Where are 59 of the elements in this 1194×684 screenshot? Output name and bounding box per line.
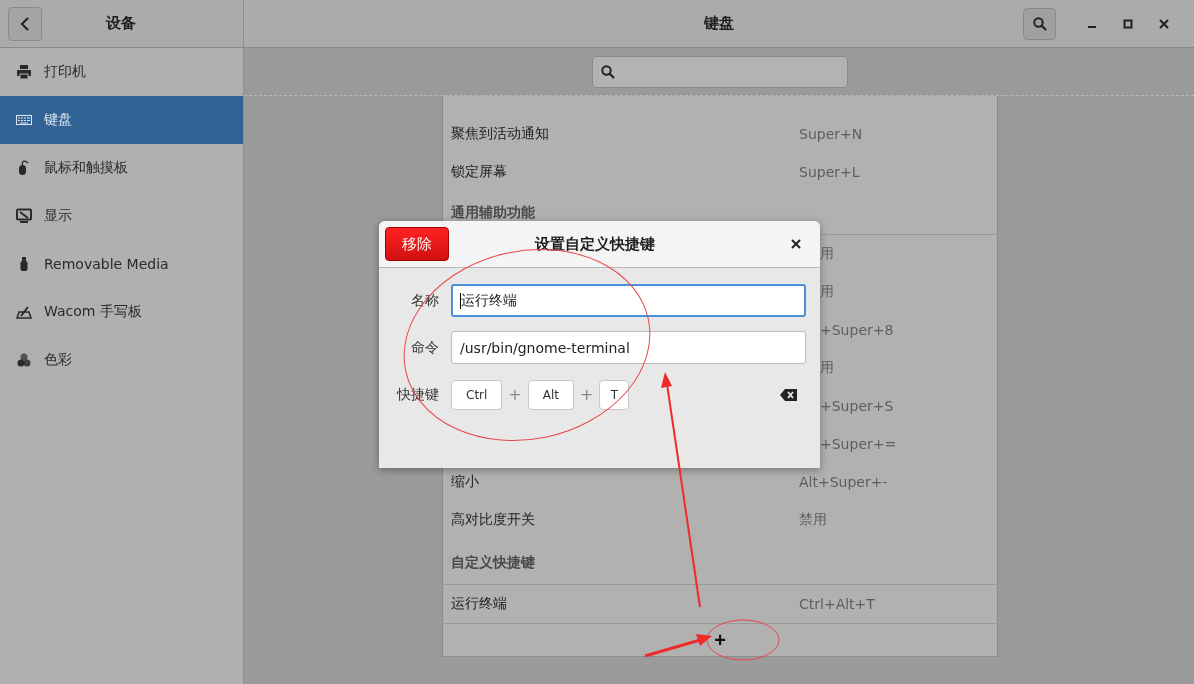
shortcut-row[interactable]: 锁定屏幕 Super+L — [443, 153, 997, 191]
sidebar-title: 设备 — [106, 14, 136, 33]
plus-sign: + — [508, 385, 522, 404]
shortcut-keys: 用 — [820, 359, 834, 377]
color-icon — [16, 352, 32, 368]
shortcut-keys: Super+N — [799, 126, 863, 142]
add-shortcut-button[interactable]: + — [710, 630, 730, 650]
shortcut-row[interactable]: 高对比度开关 禁用 — [443, 501, 997, 539]
printer-icon — [16, 64, 32, 80]
back-button[interactable] — [8, 6, 42, 41]
search-icon — [1032, 16, 1047, 31]
shortcut-name: 缩小 — [451, 473, 480, 491]
search-field[interactable] — [592, 55, 848, 88]
sidebar-item[interactable]: 显示 — [0, 192, 243, 240]
shortcut-keys: +Super+= — [820, 436, 897, 452]
key-cap: Ctrl — [451, 379, 503, 410]
text-field[interactable]: /usr/bin/gnome-terminal — [451, 331, 806, 364]
shortcut-keys: 用 — [820, 283, 834, 301]
field-label: 名称 — [410, 291, 439, 310]
shortcut-keys: 用 — [820, 245, 834, 263]
close-icon[interactable] — [791, 239, 801, 249]
section-heading: 通用辅助功能 — [451, 204, 535, 222]
shortcut-row[interactable]: 运行终端 Ctrl+Alt+T — [443, 585, 997, 623]
sidebar-item[interactable]: 鼠标和触摸板 — [0, 144, 243, 192]
shortcut-name: 运行终端 — [451, 595, 508, 613]
search-button[interactable] — [1023, 7, 1056, 40]
close-icon[interactable] — [1158, 17, 1170, 30]
shortcut-name: 锁定屏幕 — [451, 163, 508, 181]
search-icon — [601, 64, 615, 79]
sidebar-item[interactable]: 键盘 — [0, 96, 243, 144]
sidebar-item[interactable]: 打印机 — [0, 48, 243, 96]
shortcut-keys: Ctrl+Alt+T — [799, 596, 875, 612]
field-label: 命令 — [410, 338, 439, 357]
dialog-title: 设置自定义快捷键 — [535, 234, 655, 254]
shortcut-keys: Alt+Super+- — [799, 474, 888, 490]
shortcut-name: 聚焦到活动通知 — [451, 125, 550, 143]
sidebar-item[interactable]: Wacom 手写板 — [0, 288, 243, 336]
window-title: 键盘 — [704, 14, 734, 33]
plus-sign: + — [580, 385, 594, 404]
remove-button[interactable]: 移除 — [385, 227, 449, 261]
annotation-arrow — [644, 634, 712, 658]
maximize-icon[interactable] — [1122, 17, 1134, 30]
shortcut-keys: +Super+8 — [820, 322, 894, 338]
key-cap: T — [599, 379, 630, 410]
shortcut-keys: +Super+S — [820, 398, 894, 414]
keyboard-icon — [16, 112, 32, 128]
text-field[interactable]: 运行终端 — [451, 284, 806, 317]
section-heading: 自定义快捷键 — [451, 554, 535, 572]
backspace-icon[interactable] — [780, 389, 797, 401]
shortcut-keys: Super+L — [799, 164, 860, 180]
key-cap: Alt — [527, 379, 574, 410]
sidebar-item[interactable]: Removable Media — [0, 240, 243, 288]
display-icon — [16, 208, 32, 224]
shortcut-row[interactable]: 聚焦到活动通知 Super+N — [443, 115, 997, 153]
shortcut-name: 高对比度开关 — [451, 511, 536, 529]
sidebar-item[interactable]: 色彩 — [0, 336, 243, 384]
shortcut-keys: 禁用 — [799, 511, 827, 529]
tablet-icon — [16, 304, 32, 320]
back-icon — [20, 16, 30, 31]
